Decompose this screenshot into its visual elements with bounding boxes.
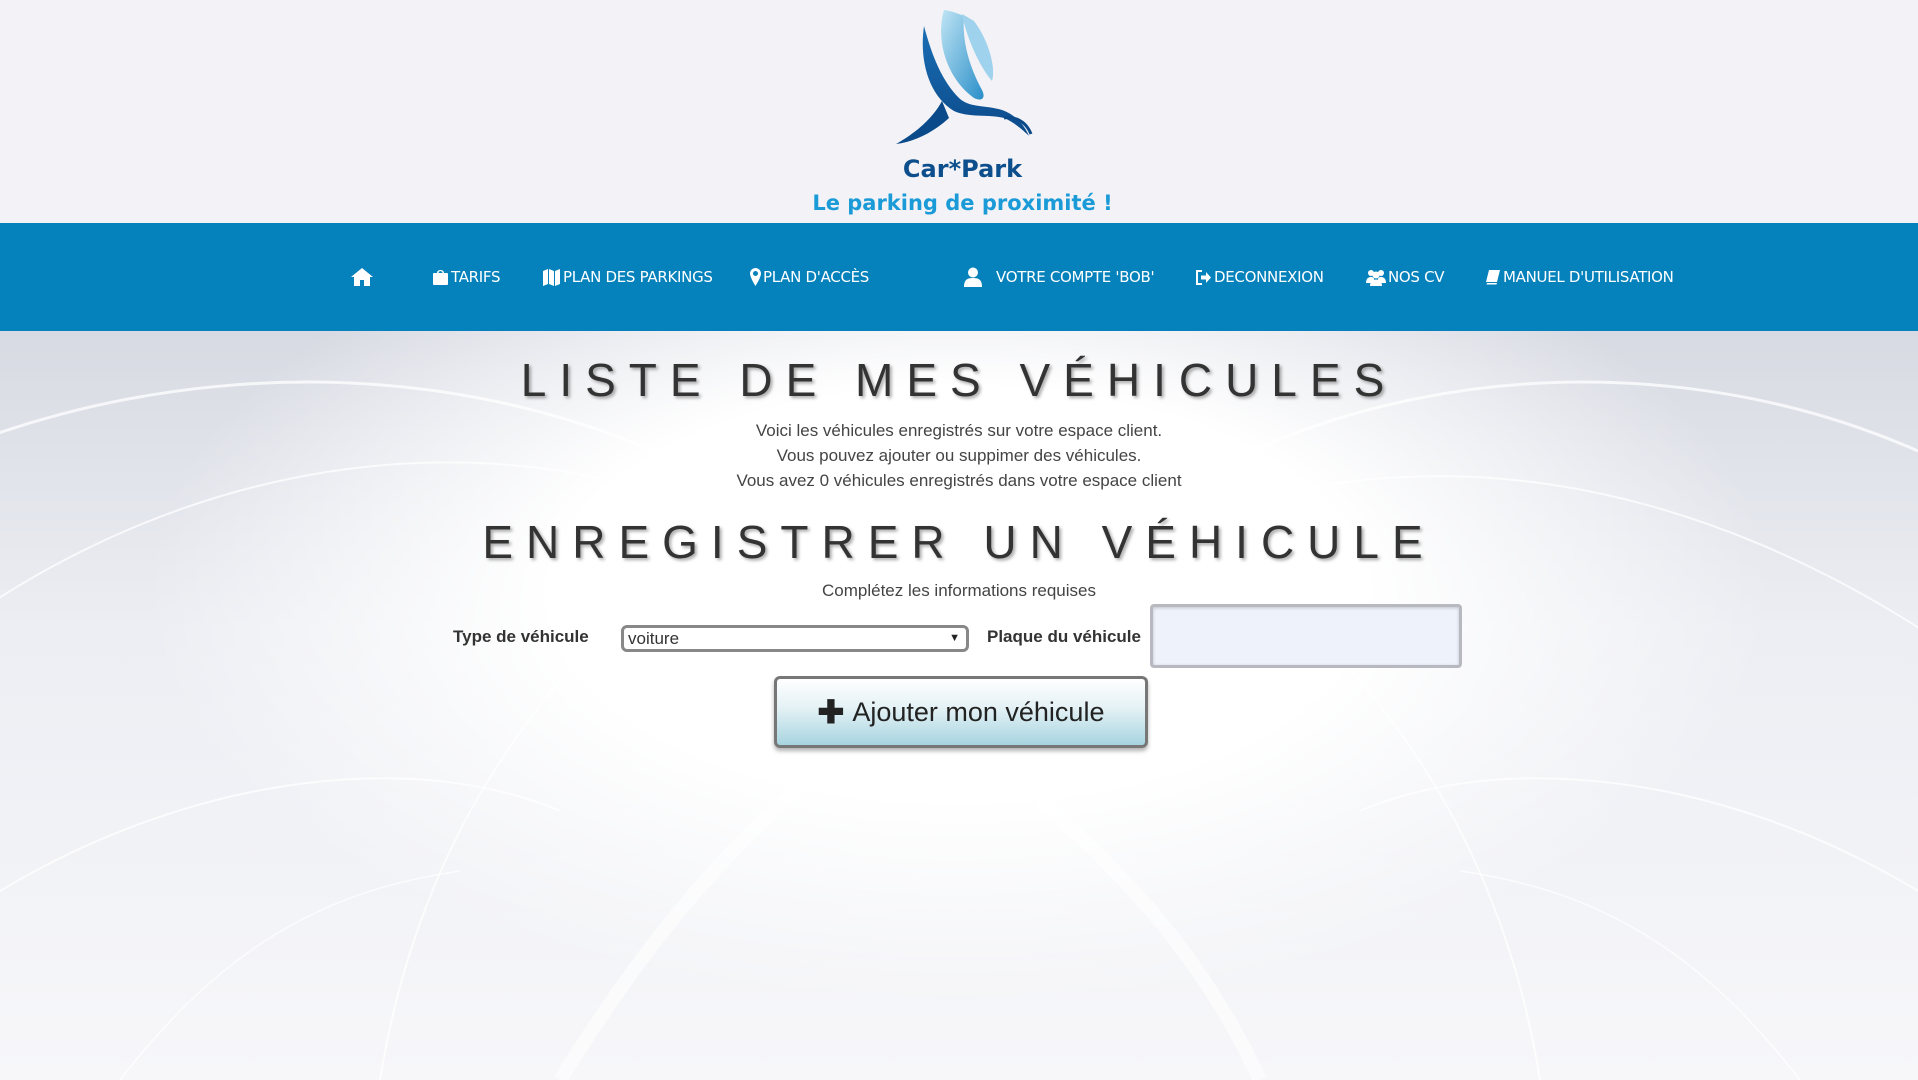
nav-plan-acces[interactable]: PLAN D'ACCÈS <box>750 223 869 331</box>
bird-logo-icon <box>896 10 1033 144</box>
vehicles-count-text: Vous avez 0 véhicules enregistrés dans v… <box>736 471 1182 490</box>
plus-icon: ✚ <box>817 694 845 730</box>
home-icon <box>351 268 373 286</box>
nav-manuel[interactable]: MANUEL D'UTILISATION <box>1485 223 1674 331</box>
book-icon <box>1486 270 1500 285</box>
dropdown-arrow-icon: ▼ <box>949 632 960 644</box>
vehicles-intro-line-2: Vous pouvez ajouter ou suppimer des véhi… <box>776 446 1142 465</box>
plate-label: Plaque du véhicule <box>987 627 1141 646</box>
add-vehicle-button-label: Ajouter mon véhicule <box>852 696 1105 727</box>
nav-label-mon-compte: VOTRE COMPTE 'BOB' <box>996 268 1155 286</box>
users-icon <box>1366 269 1386 286</box>
nav-label-nos-cv: NOS CV <box>1388 268 1445 286</box>
nav-nos-cv[interactable]: NOS CV <box>1366 223 1445 331</box>
map-marker-icon <box>750 268 761 286</box>
nav-home[interactable] <box>350 223 376 331</box>
nav-mon-compte[interactable]: VOTRE COMPTE 'BOB' <box>963 223 1155 331</box>
nav-label-plan-parkings: PLAN DES PARKINGS <box>563 268 713 286</box>
nav-deconnexion[interactable]: DECONNEXION <box>1196 223 1324 331</box>
shopping-bag-icon <box>433 270 448 285</box>
plate-input[interactable] <box>1150 604 1462 668</box>
add-vehicle-button[interactable]: ✚ Ajouter mon véhicule <box>774 676 1148 748</box>
vehicle-type-label: Type de véhicule <box>453 627 589 646</box>
logo[interactable]: Car*Park Le parking de proximité ! <box>812 0 1120 223</box>
vehicle-type-selected-value: voiture <box>628 629 680 648</box>
vehicle-type-select[interactable]: voiture ▼ <box>621 625 969 652</box>
nav-label-deconnexion: DECONNEXION <box>1214 268 1324 286</box>
user-icon <box>964 267 982 287</box>
main-navigation: TARIFS PLAN DES PARKINGS PLAN D'ACCÈS VO… <box>0 223 1918 331</box>
map-icon <box>543 269 560 286</box>
site-header: Car*Park Le parking de proximité ! <box>0 0 1918 223</box>
nav-plan-parkings[interactable]: PLAN DES PARKINGS <box>542 223 713 331</box>
nav-label-manuel: MANUEL D'UTILISATION <box>1503 268 1674 286</box>
nav-tarifs[interactable]: TARIFS <box>432 223 501 331</box>
vehicles-intro-line-1: Voici les véhicules enregistrés sur votr… <box>755 421 1163 440</box>
sign-out-icon <box>1196 269 1211 285</box>
brand-tagline: Le parking de proximité ! <box>812 191 1113 215</box>
register-subtitle: Complétez les informations requises <box>821 581 1096 600</box>
vehicles-list-title: LISTE DE MES VÉHICULES <box>520 354 1398 406</box>
main-content: LISTE DE MES VÉHICULES Voici les véhicul… <box>0 331 1918 1080</box>
register-vehicle-title: ENREGISTRER UN VÉHICULE <box>482 516 1436 568</box>
brand-name: Car*Park <box>902 155 1023 183</box>
nav-label-plan-acces: PLAN D'ACCÈS <box>763 268 870 286</box>
nav-label-tarifs: TARIFS <box>451 268 501 286</box>
